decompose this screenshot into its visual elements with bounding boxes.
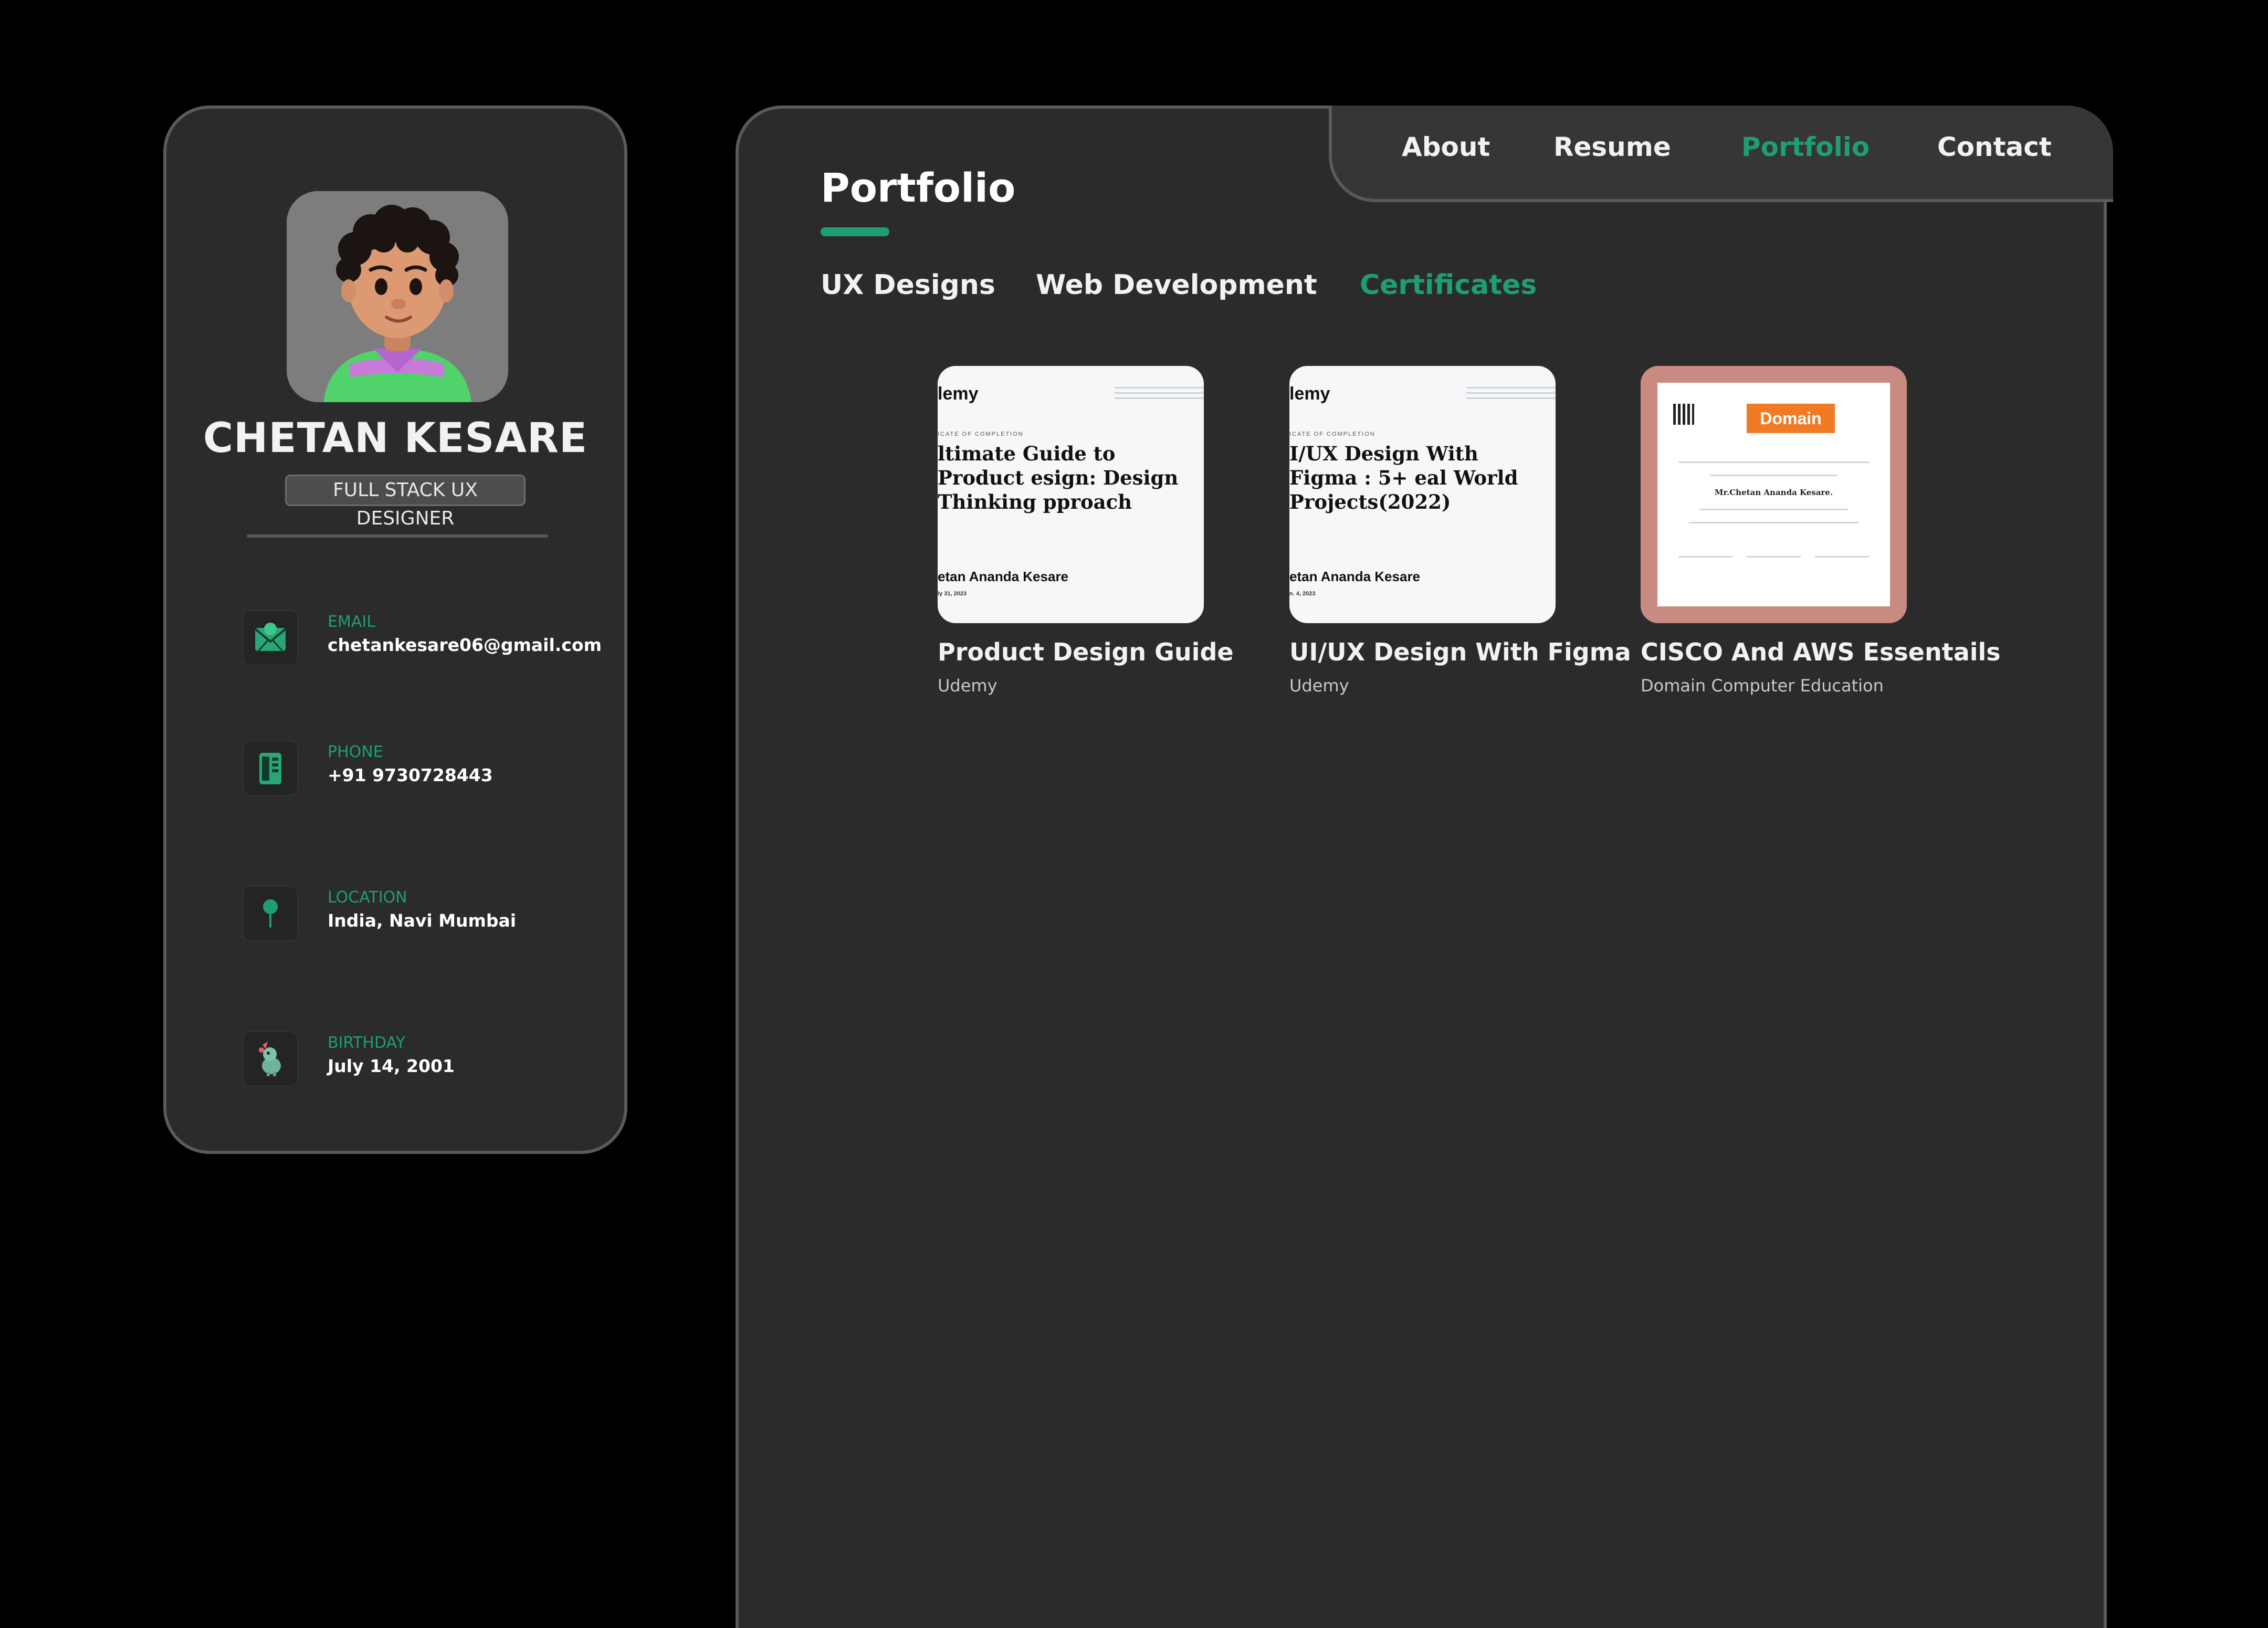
contact-label: PHONE: [328, 743, 383, 761]
location-pin-icon: [243, 886, 298, 941]
phone-value[interactable]: +91 9730728443: [328, 765, 493, 785]
certificate-thumbnail[interactable]: lemy ICATE OF COMPLETION ltimate Guide t…: [938, 366, 1204, 623]
nav-resume[interactable]: Resume: [1553, 132, 1671, 162]
mail-icon: [243, 610, 298, 666]
cert-heading: I/UX Design With Figma : 5+ eal World Pr…: [1289, 442, 1518, 513]
birthday-value: July 14, 2001: [328, 1056, 455, 1076]
cert-type: ICATE OF COMPLETION: [1289, 431, 1376, 437]
profile-name: CHETAN KESARE: [203, 415, 588, 462]
project-card[interactable]: Domain Mr.Chetan Ananda Kesare. CISCO An…: [1641, 366, 2008, 696]
phone-icon: [243, 740, 298, 796]
qr-code-icon: [1673, 404, 1694, 425]
nav-contact[interactable]: Contact: [1937, 132, 2052, 162]
cert-person: etan Ananda Kesare: [938, 569, 1069, 584]
project-subtitle: Domain Computer Education: [1641, 676, 1884, 696]
certificate-thumbnail[interactable]: lemy ICATE OF COMPLETION I/UX Design Wit…: [1289, 366, 1556, 623]
cert-meta-lines: [1466, 387, 1556, 403]
project-title[interactable]: Product Design Guide: [938, 638, 1305, 666]
page-title: Portfolio: [821, 164, 1016, 211]
project-subtitle: Udemy: [1289, 676, 1349, 696]
project-card[interactable]: lemy ICATE OF COMPLETION ltimate Guide t…: [938, 366, 1305, 696]
role-badge: FULL STACK UX DESIGNER: [285, 475, 526, 529]
avatar-illustration: [287, 191, 508, 402]
nav-portfolio[interactable]: Portfolio: [1741, 132, 1870, 162]
cert-brand: lemy: [938, 384, 979, 404]
contact-label: EMAIL: [328, 613, 375, 631]
contact-birthday: BIRTHDAY July 14, 2001: [243, 1031, 610, 1094]
avatar: [287, 191, 508, 402]
cert-date: n. 4, 2023: [1289, 591, 1316, 597]
email-value[interactable]: chetankesare06@gmail.com: [328, 635, 602, 655]
certificate-body: Domain Mr.Chetan Ananda Kesare.: [1655, 381, 1892, 608]
nav-about[interactable]: About: [1402, 132, 1490, 162]
certificate-thumbnail[interactable]: Domain Mr.Chetan Ananda Kesare.: [1641, 366, 1907, 623]
cert-meta-lines: [1115, 387, 1204, 403]
filter-certificates[interactable]: Certificates: [1360, 269, 1537, 301]
contact-label: BIRTHDAY: [328, 1034, 406, 1052]
sidebar-divider: [247, 534, 548, 538]
birthday-icon: [243, 1031, 298, 1087]
filter-ux-designs[interactable]: UX Designs: [821, 269, 995, 301]
cert-person: etan Ananda Kesare: [1289, 569, 1421, 584]
domain-logo: Domain: [1747, 404, 1835, 433]
project-title[interactable]: UI/UX Design With Figma: [1289, 638, 1657, 666]
project-subtitle: Udemy: [938, 676, 998, 696]
certificate-border: Domain Mr.Chetan Ananda Kesare.: [1641, 366, 1907, 623]
title-underline: [821, 227, 889, 236]
filter-web-development[interactable]: Web Development: [1036, 269, 1317, 301]
cert-heading: ltimate Guide to Product esign: Design T…: [938, 442, 1179, 513]
cert-type: ICATE OF COMPLETION: [938, 431, 1024, 437]
contact-location: LOCATION India, Navi Mumbai: [243, 886, 610, 949]
project-title[interactable]: CISCO And AWS Essentails: [1641, 638, 2008, 666]
cert-brand: lemy: [1289, 384, 1330, 404]
cert-date: ly 31, 2023: [938, 591, 967, 597]
main-panel: About Resume Portfolio Contact Portfolio…: [736, 106, 2113, 1628]
contact-email: EMAIL chetankesare06@gmail.com: [243, 610, 610, 673]
project-card[interactable]: lemy ICATE OF COMPLETION I/UX Design Wit…: [1289, 366, 1657, 696]
location-value: India, Navi Mumbai: [328, 910, 517, 931]
cert-recipient: Mr.Chetan Ananda Kesare.: [1714, 488, 1833, 497]
top-navbar: About Resume Portfolio Contact: [1329, 106, 2113, 202]
contact-phone: PHONE +91 9730728443: [243, 740, 610, 803]
profile-sidebar: CHETAN KESARE FULL STACK UX DESIGNER EMA…: [163, 106, 627, 1154]
contact-label: LOCATION: [328, 888, 407, 907]
